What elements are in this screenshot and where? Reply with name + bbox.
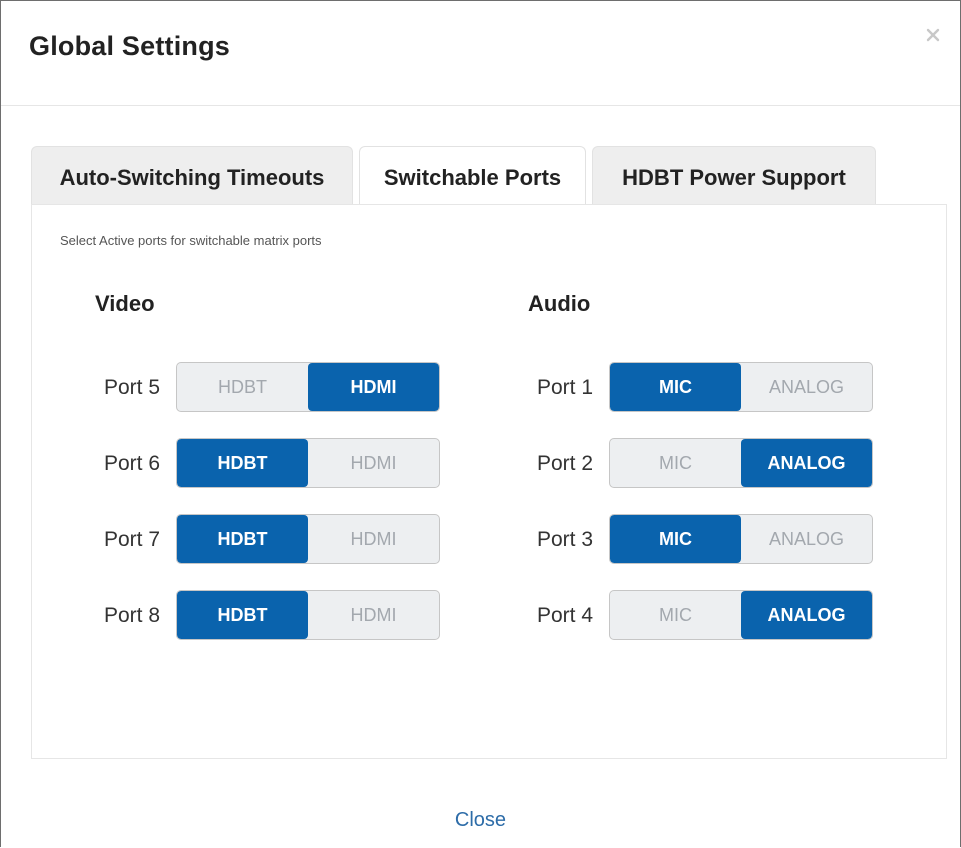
audio-section-title: Audio (528, 291, 591, 316)
port-toggle: HDBT HDMI (176, 590, 440, 640)
toggle-option[interactable]: HDMI (308, 515, 439, 563)
port-toggle: MIC ANALOG (609, 438, 873, 488)
port-toggle: MIC ANALOG (609, 362, 873, 412)
toggle-option[interactable]: ANALOG (741, 515, 872, 563)
toggle-option[interactable]: HDMI (308, 363, 439, 411)
tab-hdbt-power-support[interactable]: HDBT Power Support (592, 146, 876, 204)
toggle-option[interactable]: ANALOG (741, 591, 872, 639)
port-toggle: MIC ANALOG (609, 590, 873, 640)
video-section-title: Video (95, 291, 155, 316)
port-label: Port 5 (104, 376, 161, 399)
toggle-option[interactable]: ANALOG (741, 439, 872, 487)
dialog-header: Global Settings (1, 1, 960, 106)
port-toggle: HDBT HDMI (176, 438, 440, 488)
port-label: Port 3 (537, 528, 594, 551)
toggle-option[interactable]: MIC (610, 515, 741, 563)
port-label: Port 2 (537, 452, 594, 475)
toggle-option[interactable]: HDMI (308, 591, 439, 639)
toggle-option[interactable]: MIC (610, 591, 741, 639)
toggle-option[interactable]: HDBT (177, 439, 308, 487)
port-label: Port 7 (104, 528, 161, 551)
close-link[interactable]: Close (1, 809, 960, 832)
tab-auto-switching-timeouts[interactable]: Auto-Switching Timeouts (31, 146, 353, 204)
tab-switchable-ports[interactable]: Switchable Ports (359, 146, 586, 206)
switchable-ports-panel: Select Active ports for switchable matri… (31, 204, 947, 759)
toggle-option[interactable]: HDBT (177, 363, 308, 411)
global-settings-dialog: Global Settings Auto-Switching Timeouts … (0, 0, 961, 847)
port-toggle: HDBT HDMI (176, 514, 440, 564)
dialog-title: Global Settings (29, 31, 231, 61)
port-label: Port 6 (104, 452, 161, 475)
instruction-text: Select Active ports for switchable matri… (60, 233, 322, 248)
port-label: Port 4 (537, 604, 594, 627)
port-toggle: HDBT HDMI (176, 362, 440, 412)
toggle-option[interactable]: HDBT (177, 591, 308, 639)
close-icon[interactable] (920, 21, 948, 49)
toggle-option[interactable]: HDBT (177, 515, 308, 563)
port-label: Port 1 (537, 376, 594, 399)
port-label: Port 8 (104, 604, 161, 627)
toggle-option[interactable]: ANALOG (741, 363, 872, 411)
toggle-option[interactable]: HDMI (308, 439, 439, 487)
toggle-option[interactable]: MIC (610, 439, 741, 487)
toggle-option[interactable]: MIC (610, 363, 741, 411)
port-toggle: MIC ANALOG (609, 514, 873, 564)
